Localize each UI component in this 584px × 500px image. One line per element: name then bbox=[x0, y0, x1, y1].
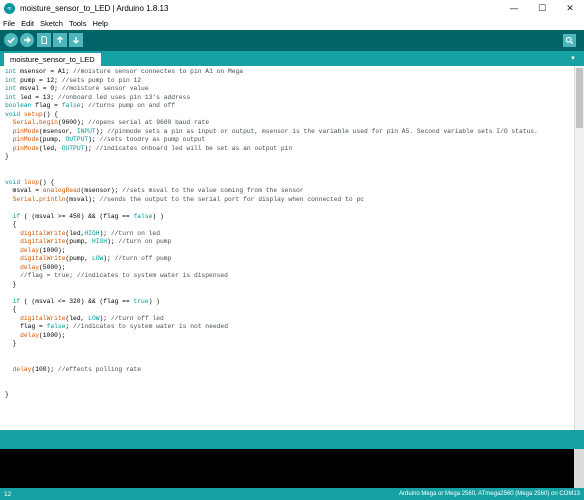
menu-file[interactable]: File bbox=[3, 19, 15, 28]
window-title: moisture_sensor_to_LED | Arduino 1.8.13 bbox=[20, 4, 169, 13]
code-line[interactable]: delay(1000); bbox=[5, 247, 538, 256]
code-line[interactable]: int pump = 12; //sets pump to pin 12 bbox=[5, 77, 538, 86]
code-line[interactable]: void loop() { bbox=[5, 179, 538, 188]
minimize-button[interactable]: — bbox=[500, 0, 528, 17]
magnifier-icon bbox=[565, 36, 574, 45]
code-line[interactable] bbox=[5, 374, 538, 383]
arduino-logo-icon: ∞ bbox=[4, 3, 15, 14]
code-line[interactable] bbox=[5, 170, 538, 179]
code-editor[interactable]: int msensor = A1; //moisture sensor conn… bbox=[0, 66, 574, 430]
code-line[interactable]: int msval = 0; //moisture sensor value bbox=[5, 85, 538, 94]
new-icon bbox=[41, 36, 47, 44]
open-button[interactable] bbox=[53, 33, 67, 47]
menu-bar: File Edit Sketch Tools Help bbox=[0, 17, 584, 30]
code-line[interactable]: } bbox=[5, 391, 538, 400]
title-bar: ∞ moisture_sensor_to_LED | Arduino 1.8.1… bbox=[0, 0, 584, 17]
toolbar bbox=[0, 30, 584, 51]
maximize-button[interactable]: ☐ bbox=[528, 0, 556, 17]
console-output bbox=[0, 449, 574, 488]
code-line[interactable]: pinMode(led, OUTPUT); //indicates onboar… bbox=[5, 145, 538, 154]
tab-menu-chevron-down-icon[interactable]: ▾ bbox=[568, 53, 578, 63]
code-line[interactable]: pinMode(msensor, INPUT); //pinmode sets … bbox=[5, 128, 538, 137]
upload-button[interactable] bbox=[20, 33, 34, 47]
menu-sketch[interactable]: Sketch bbox=[40, 19, 63, 28]
menu-edit[interactable]: Edit bbox=[21, 19, 34, 28]
editor-vertical-scrollbar[interactable] bbox=[574, 66, 584, 430]
code-line[interactable]: { bbox=[5, 306, 538, 315]
console-divider[interactable] bbox=[0, 430, 584, 449]
code-line[interactable]: msval = analogRead(msensor); //sets msva… bbox=[5, 187, 538, 196]
code-line[interactable]: int led = 13; //onboard led uses pin 13'… bbox=[5, 94, 538, 103]
code-text[interactable]: int msensor = A1; //moisture sensor conn… bbox=[5, 68, 538, 400]
code-line[interactable]: digitalWrite(pump, HIGH); //turn on pump bbox=[5, 238, 538, 247]
code-line[interactable]: delay(100); //effects polling rate bbox=[5, 366, 538, 375]
code-line[interactable]: delay(5000); bbox=[5, 264, 538, 273]
code-line[interactable]: digitalWrite(led,HIGH); //turn on led bbox=[5, 230, 538, 239]
code-line[interactable]: digitalWrite(led, LOW); //turn off led bbox=[5, 315, 538, 324]
menu-help[interactable]: Help bbox=[92, 19, 107, 28]
code-line[interactable]: boolean flag = false; //turns pump on an… bbox=[5, 102, 538, 111]
code-line[interactable]: flag = false; //indicates to system wate… bbox=[5, 323, 538, 332]
menu-tools[interactable]: Tools bbox=[69, 19, 87, 28]
code-line[interactable] bbox=[5, 357, 538, 366]
status-bar: 12 Arduino Mega or Mega 2560, ATmega2560… bbox=[0, 488, 584, 500]
save-button[interactable] bbox=[69, 33, 83, 47]
verify-button[interactable] bbox=[4, 33, 18, 47]
serial-monitor-button[interactable] bbox=[563, 34, 576, 47]
line-number: 12 bbox=[4, 490, 12, 498]
code-line[interactable]: } bbox=[5, 153, 538, 162]
code-line[interactable]: } bbox=[5, 281, 538, 290]
upload-icon bbox=[24, 36, 31, 44]
code-line[interactable]: Serial.println(msval); //sends the outpu… bbox=[5, 196, 538, 205]
code-line[interactable] bbox=[5, 349, 538, 358]
code-line[interactable]: digitalWrite(pump, LOW); //turn off pump bbox=[5, 255, 538, 264]
close-button[interactable]: ✕ bbox=[556, 0, 584, 17]
code-line[interactable]: void setup() { bbox=[5, 111, 538, 120]
code-line[interactable]: } bbox=[5, 340, 538, 349]
verify-icon bbox=[7, 37, 15, 44]
code-line[interactable]: Serial.begin(9600); //opens serial at 96… bbox=[5, 119, 538, 128]
tab-moisture-sensor-to-led[interactable]: moisture_sensor_to_LED bbox=[4, 53, 101, 66]
board-info: Arduino Mega or Mega 2560, ATmega2560 (M… bbox=[399, 491, 580, 497]
new-button[interactable] bbox=[37, 33, 51, 47]
console-scrollbar[interactable] bbox=[574, 449, 584, 488]
code-line[interactable] bbox=[5, 289, 538, 298]
code-line[interactable] bbox=[5, 162, 538, 171]
code-line[interactable] bbox=[5, 204, 538, 213]
save-icon bbox=[73, 37, 79, 44]
code-line[interactable]: if ( (msval >= 450) && (flag == false) ) bbox=[5, 213, 538, 222]
scrollbar-thumb[interactable] bbox=[576, 68, 583, 128]
code-line[interactable]: //flag = true; //indicates to system wat… bbox=[5, 272, 538, 281]
code-line[interactable]: pinMode(pump, OUTPUT); //sets toodry as … bbox=[5, 136, 538, 145]
tab-bar: moisture_sensor_to_LED ▾ bbox=[0, 51, 584, 66]
code-line[interactable]: int msensor = A1; //moisture sensor conn… bbox=[5, 68, 538, 77]
open-icon bbox=[57, 36, 63, 43]
code-line[interactable]: if ( (msval <= 320) && (flag == true) ) bbox=[5, 298, 538, 307]
code-line[interactable] bbox=[5, 383, 538, 392]
code-line[interactable]: delay(1000); bbox=[5, 332, 538, 341]
window-controls: — ☐ ✕ bbox=[500, 0, 584, 17]
code-line[interactable]: { bbox=[5, 221, 538, 230]
